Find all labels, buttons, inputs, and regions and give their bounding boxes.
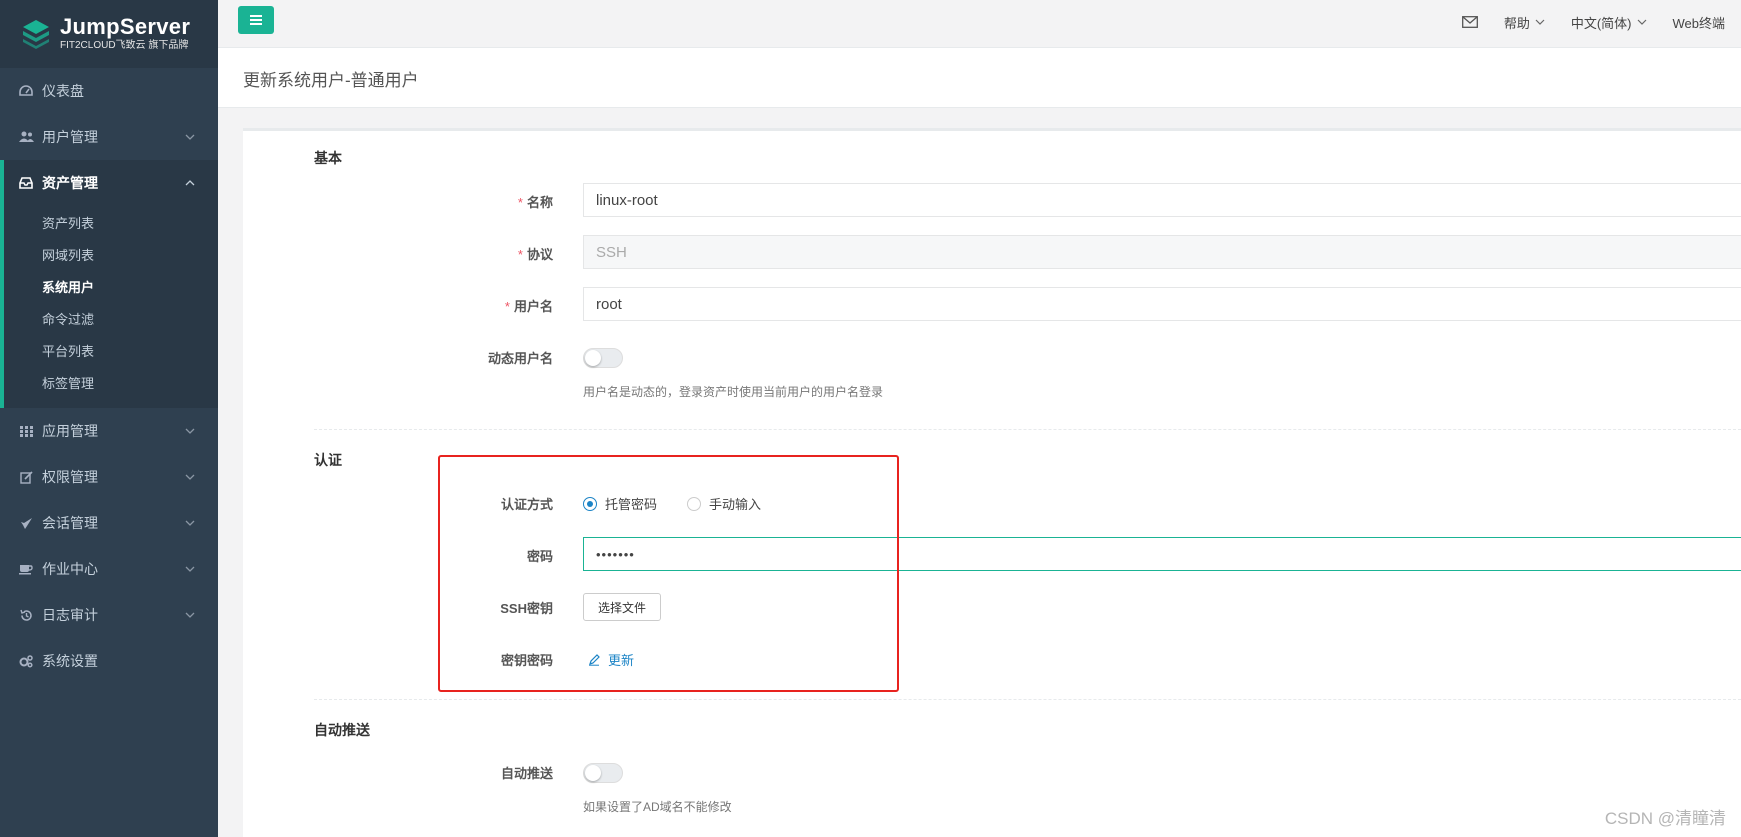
sidebar-sub-platform-list[interactable]: 平台列表 (4, 334, 218, 366)
sidebar-sub-asset-list[interactable]: 资产列表 (4, 206, 218, 238)
dashboard-icon (18, 83, 34, 99)
topbar-actions: 帮助 中文(简体) Web终端 (1457, 0, 1741, 44)
username-label: * 用户名 (504, 299, 553, 314)
username-input[interactable]: root (583, 287, 1741, 321)
chevron-down-icon (185, 474, 195, 480)
page-title: 更新系统用户-普通用户 (243, 71, 419, 90)
sidebar-item-label: 资产管理 (42, 175, 98, 191)
sidebar: JumpServer FIT2CLOUD飞致云 旗下品牌 仪表盘 用户管理 资产… (0, 0, 218, 837)
sidebar-item-label: 应用管理 (42, 423, 98, 439)
dynamic-username-toggle[interactable] (583, 348, 623, 368)
gears-icon (18, 653, 34, 669)
sidebar-item-label: 权限管理 (42, 469, 98, 485)
sidebar-item-sessions[interactable]: 会话管理 (0, 500, 218, 546)
name-label: * 名称 (517, 195, 553, 210)
sidebar-item-assets[interactable]: 资产管理 (4, 160, 218, 206)
language-label: 中文(简体) (1570, 15, 1632, 31)
sidebar-item-label: 仪表盘 (42, 83, 84, 99)
sidebar-item-label: 会话管理 (42, 515, 98, 531)
chevron-down-icon (185, 612, 195, 618)
web-terminal-label: Web终端 (1672, 15, 1726, 31)
brand-subtitle: FIT2CLOUD飞致云 旗下品牌 (60, 40, 189, 51)
language-menu[interactable]: 中文(简体) (1571, 13, 1647, 32)
sidebar-item-permissions[interactable]: 权限管理 (0, 454, 218, 500)
sidebar-sub-command-filter[interactable]: 命令过滤 (4, 302, 218, 334)
topbar: 帮助 中文(简体) Web终端 (218, 0, 1741, 48)
sidebar-item-label: 日志审计 (42, 607, 98, 623)
web-terminal-link[interactable]: Web终端 (1673, 13, 1726, 32)
brand-logo[interactable]: JumpServer FIT2CLOUD飞致云 旗下品牌 (0, 0, 218, 68)
users-icon (18, 129, 34, 145)
help-label: 帮助 (1503, 15, 1530, 31)
hamburger-icon (250, 15, 262, 25)
dynamic-username-label: 动态用户名 (487, 351, 553, 366)
sidebar-item-applications[interactable]: 应用管理 (0, 408, 218, 454)
messages-button[interactable] (1457, 16, 1478, 28)
chevron-up-icon (185, 180, 195, 186)
sidebar-item-label: 系统设置 (42, 653, 98, 669)
grid-icon (18, 423, 34, 439)
edit-icon (18, 469, 34, 485)
dynamic-username-help: 用户名是动态的，登录资产时使用当前用户的用户名登录 (583, 385, 884, 399)
coffee-icon (18, 561, 34, 577)
protocol-label: * 协议 (517, 247, 553, 262)
section-title-auto-push: 自动推送 (314, 722, 370, 738)
toggle-sidebar-button[interactable] (238, 6, 274, 34)
sidebar-sub-system-user[interactable]: 系统用户 (4, 270, 218, 302)
sidebar-sub-domain-list[interactable]: 网域列表 (4, 238, 218, 270)
chevron-down-icon (1535, 19, 1545, 25)
protocol-select: SSH (583, 235, 1741, 269)
jumpserver-logo-icon (23, 20, 49, 49)
sidebar-group-assets: 资产管理 资产列表 网域列表 系统用户 命令过滤 平台列表 标签管理 (0, 160, 218, 408)
rocket-icon (18, 515, 34, 531)
inbox-icon (18, 175, 34, 191)
section-divider (314, 429, 1741, 430)
sidebar-item-audit[interactable]: 日志审计 (0, 592, 218, 638)
chevron-down-icon (185, 428, 195, 434)
annotation-highlight-box (438, 455, 899, 692)
section-title-auth: 认证 (314, 452, 342, 468)
chevron-down-icon (185, 134, 195, 140)
sidebar-item-settings[interactable]: 系统设置 (0, 638, 218, 684)
history-icon (18, 607, 34, 623)
auto-push-help: 如果设置了AD域名不能修改 (583, 800, 732, 814)
auto-push-toggle[interactable] (583, 763, 623, 783)
name-input[interactable]: linux-root (583, 183, 1741, 217)
watermark: CSDN @清瞳清 (1604, 809, 1726, 828)
sidebar-item-users[interactable]: 用户管理 (0, 114, 218, 160)
sidebar-item-label: 作业中心 (42, 561, 98, 577)
chevron-down-icon (1637, 19, 1646, 25)
brand-name: JumpServer (60, 14, 191, 39)
chevron-down-icon (185, 566, 195, 572)
sidebar-sub-label-manage[interactable]: 标签管理 (4, 366, 218, 398)
chevron-down-icon (185, 520, 195, 526)
section-title-basic: 基本 (314, 150, 342, 166)
auto-push-label: 自动推送 (500, 766, 553, 781)
section-divider (314, 699, 1741, 700)
help-menu[interactable]: 帮助 (1504, 13, 1545, 32)
sidebar-item-jobs[interactable]: 作业中心 (0, 546, 218, 592)
page-header: 更新系统用户-普通用户 (218, 48, 1741, 108)
sidebar-item-label: 用户管理 (42, 129, 98, 145)
mail-icon (1461, 16, 1478, 28)
sidebar-item-dashboard[interactable]: 仪表盘 (0, 68, 218, 114)
